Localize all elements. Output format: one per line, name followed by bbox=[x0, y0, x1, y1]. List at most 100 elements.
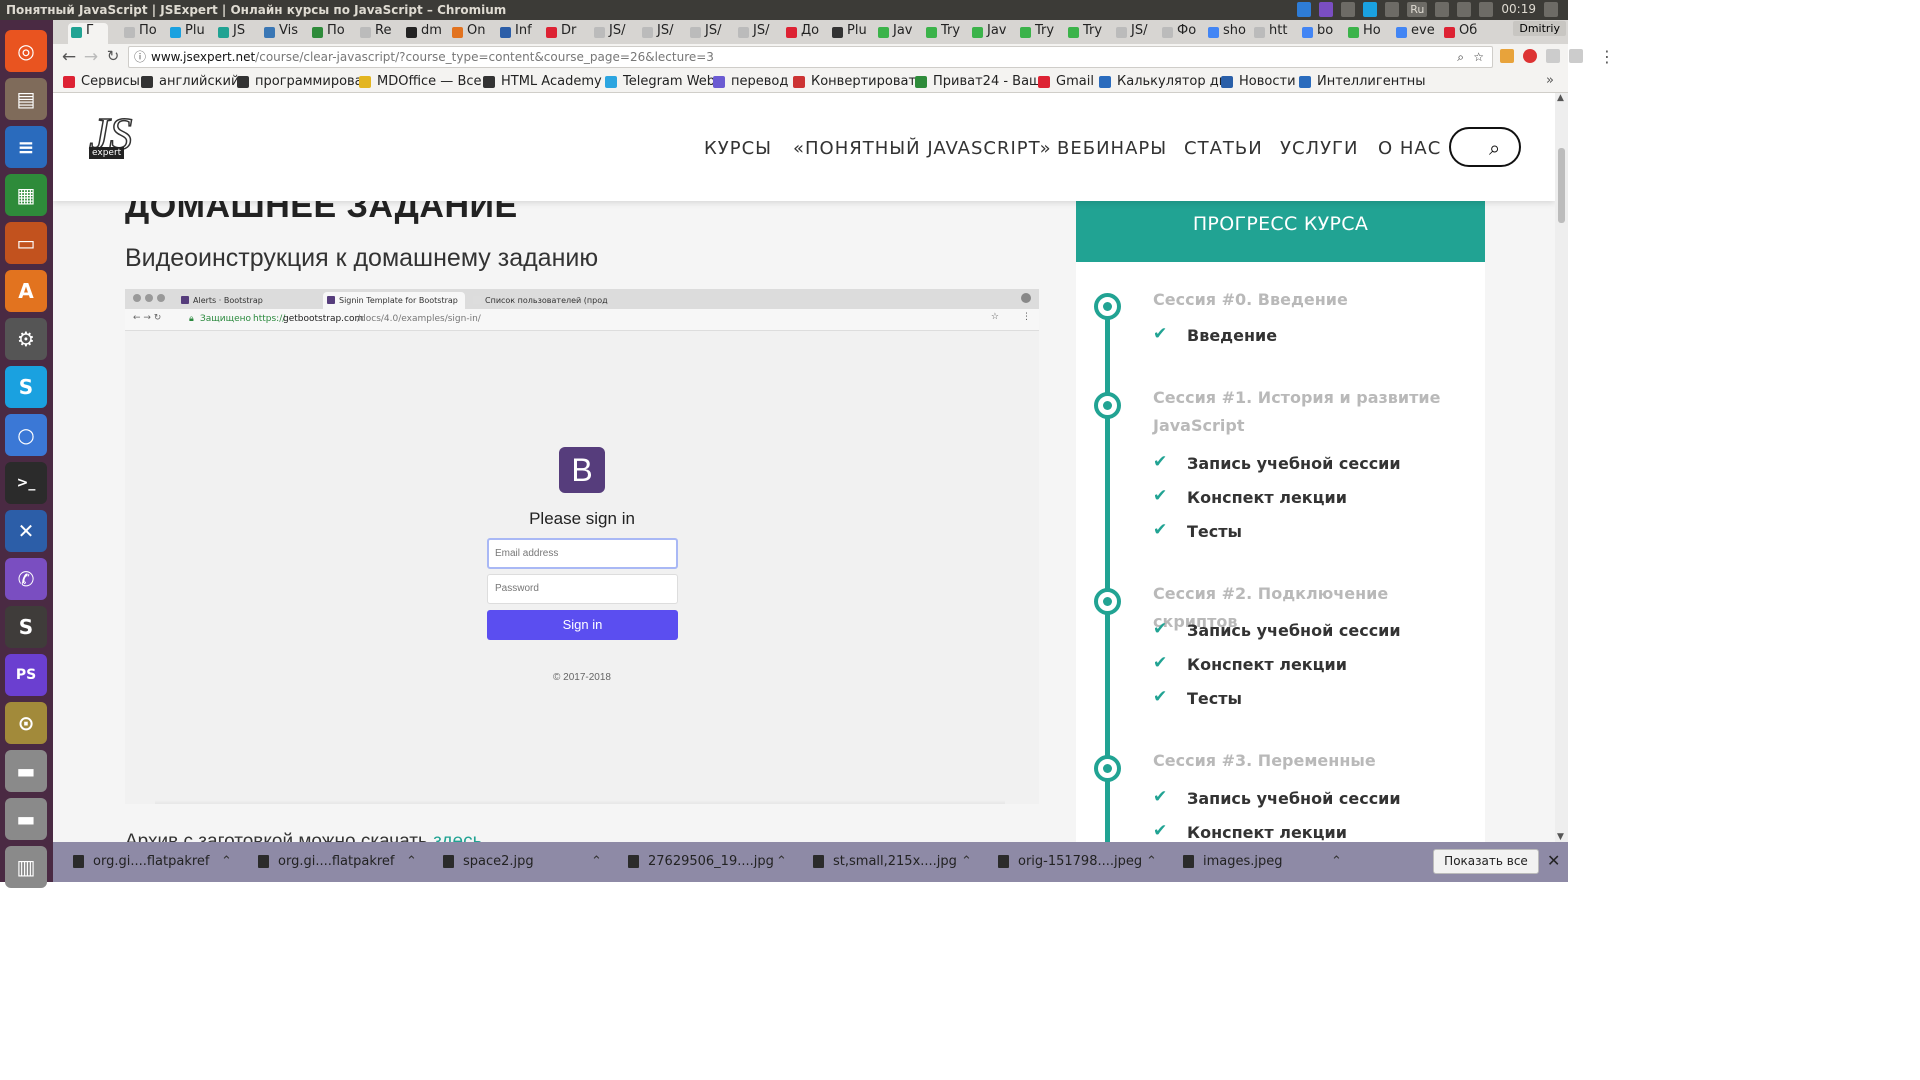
session-title[interactable]: Сессия #0. Введение bbox=[1153, 286, 1453, 314]
bookmark-item[interactable]: Новости bbox=[1221, 74, 1296, 89]
nav-item[interactable]: ВЕБИНАРЫ bbox=[1057, 138, 1167, 159]
zoom-icon[interactable]: ⌕ bbox=[1457, 47, 1464, 67]
browser-tab[interactable]: Jav bbox=[875, 23, 921, 44]
chevron-up-icon[interactable]: ⌃ bbox=[406, 854, 417, 869]
terminal-icon[interactable]: >_ bbox=[5, 462, 47, 504]
forward-arrow-icon[interactable]: → bbox=[81, 47, 101, 67]
browser-tab[interactable]: Try bbox=[1065, 23, 1111, 44]
bookmark-item[interactable]: Приват24 - Ваш bbox=[915, 74, 1041, 89]
download-item[interactable]: 27629506_19....jpg ⌃ bbox=[628, 854, 787, 869]
lesson-item[interactable]: ✔ Запись учебной сессии bbox=[1153, 452, 1401, 473]
chromium-tray-icon[interactable] bbox=[1297, 2, 1312, 17]
nav-item[interactable]: О НАС bbox=[1378, 138, 1441, 159]
download-item[interactable]: org.gi....flatpakref ⌃ bbox=[258, 854, 417, 869]
bookmark-item[interactable]: Gmail bbox=[1038, 74, 1094, 89]
libreoffice-impress-icon[interactable]: ▭ bbox=[5, 222, 47, 264]
download-item[interactable]: orig-151798....jpeg ⌃ bbox=[998, 854, 1157, 869]
bookmark-item[interactable]: Интеллигентны bbox=[1299, 74, 1426, 89]
browser-tab[interactable]: Jav bbox=[969, 23, 1015, 44]
browser-tab[interactable]: bo bbox=[1299, 23, 1345, 44]
extension-1-icon[interactable] bbox=[1500, 49, 1514, 63]
extension-3-icon[interactable] bbox=[1546, 49, 1560, 63]
bookmark-item[interactable]: перевод bbox=[713, 74, 788, 89]
skype-tray-icon[interactable] bbox=[1363, 2, 1378, 17]
chevron-up-icon[interactable]: ⌃ bbox=[961, 854, 972, 869]
vscode-icon[interactable]: ✕ bbox=[5, 510, 47, 552]
bookmarks-overflow-icon[interactable]: » bbox=[1546, 73, 1554, 88]
jsexpert-logo[interactable]: JS expert bbox=[87, 107, 133, 183]
lesson-item[interactable]: ✔ Запись учебной сессии bbox=[1153, 787, 1401, 808]
browser-tab[interactable]: eve bbox=[1393, 23, 1439, 44]
show-all-button[interactable]: Показать все bbox=[1433, 849, 1539, 874]
bookmark-item[interactable]: программирова bbox=[237, 74, 363, 89]
info-icon[interactable]: ⓘ bbox=[134, 47, 146, 67]
back-arrow-icon[interactable]: ← bbox=[59, 47, 79, 67]
drive-2-icon[interactable]: ▬ bbox=[5, 798, 47, 840]
browser-tab[interactable]: JS/ bbox=[639, 23, 685, 44]
skype-icon[interactable]: S bbox=[5, 366, 47, 408]
image-viewer-icon[interactable]: ⊙ bbox=[5, 702, 47, 744]
mail-icon[interactable] bbox=[1435, 2, 1450, 17]
viber-icon[interactable]: ✆ bbox=[5, 558, 47, 600]
chromium-icon[interactable]: ○ bbox=[5, 414, 47, 456]
browser-tab[interactable]: Об bbox=[1441, 23, 1481, 44]
reload-icon[interactable]: ↻ bbox=[103, 47, 123, 65]
nav-item[interactable]: СТАТЬИ bbox=[1184, 138, 1263, 159]
bookmark-item[interactable]: Сервисы bbox=[63, 74, 140, 89]
menu-icon[interactable]: ⋮ bbox=[1599, 47, 1615, 66]
browser-tab[interactable]: Г bbox=[68, 23, 108, 44]
lesson-item[interactable]: ✔ Конспект лекции bbox=[1153, 821, 1347, 842]
chevron-up-icon[interactable]: ⌃ bbox=[221, 854, 232, 869]
chevron-up-icon[interactable]: ⌃ bbox=[776, 854, 787, 869]
lesson-item[interactable]: ✔ Введение bbox=[1153, 324, 1277, 345]
scrollbar-thumb[interactable] bbox=[1558, 148, 1565, 223]
browser-tab[interactable]: Plu bbox=[829, 23, 875, 44]
slack-icon[interactable]: S bbox=[5, 606, 47, 648]
bookmark-item[interactable]: английский bbox=[141, 74, 239, 89]
browser-tab[interactable]: Ho bbox=[1345, 23, 1391, 44]
power-icon[interactable] bbox=[1544, 2, 1558, 17]
browser-tab[interactable]: Try bbox=[923, 23, 969, 44]
wifi-icon[interactable] bbox=[1385, 2, 1400, 17]
browser-tab[interactable]: Фо bbox=[1159, 23, 1205, 44]
chevron-up-icon[interactable]: ⌃ bbox=[1146, 854, 1157, 869]
viber-tray-icon[interactable] bbox=[1319, 2, 1334, 17]
browser-tab[interactable]: JS/ bbox=[1113, 23, 1159, 44]
libreoffice-writer-icon[interactable]: ≡ bbox=[5, 126, 47, 168]
volume-icon[interactable] bbox=[1479, 2, 1494, 17]
bookmark-item[interactable]: Telegram Web bbox=[605, 74, 715, 89]
page-scrollbar[interactable]: ▲ ▼ bbox=[1555, 93, 1568, 842]
lesson-item[interactable]: ✔ Конспект лекции bbox=[1153, 486, 1347, 507]
lesson-item[interactable]: ✔ Конспект лекции bbox=[1153, 653, 1347, 674]
bookmark-item[interactable]: Калькулятор дн bbox=[1099, 74, 1227, 89]
browser-tab[interactable]: По bbox=[309, 23, 355, 44]
drive-icon[interactable]: ▬ bbox=[5, 750, 47, 792]
browser-tab[interactable]: По bbox=[121, 23, 163, 44]
system-settings-icon[interactable]: ⚙ bbox=[5, 318, 47, 360]
browser-tab[interactable]: On bbox=[449, 23, 495, 44]
phpstorm-icon[interactable]: PS bbox=[5, 654, 47, 696]
browser-tab[interactable]: Inf bbox=[497, 23, 543, 44]
video-player[interactable]: Alerts · Bootstrap Signin Template for B… bbox=[125, 289, 1039, 804]
nav-item[interactable]: «ПОНЯТНЫЙ JAVASCRIPT» bbox=[793, 138, 1052, 159]
browser-tab[interactable]: JS/ bbox=[591, 23, 637, 44]
download-item[interactable]: space2.jpg ⌃ bbox=[443, 854, 602, 869]
scroll-down-icon[interactable]: ▼ bbox=[1557, 832, 1564, 842]
browser-tab[interactable]: sho bbox=[1205, 23, 1251, 44]
browser-tab[interactable]: Vis bbox=[261, 23, 307, 44]
battery-icon[interactable] bbox=[1457, 2, 1472, 17]
browser-tab[interactable]: Try bbox=[1017, 23, 1063, 44]
download-item[interactable]: images.jpeg ⌃ bbox=[1183, 854, 1342, 869]
bookmark-item[interactable]: MDOffice — Все bbox=[359, 74, 482, 89]
lesson-item[interactable]: ✔ Тесты bbox=[1153, 687, 1242, 708]
chevron-up-icon[interactable]: ⌃ bbox=[591, 854, 602, 869]
extension-4-icon[interactable] bbox=[1569, 49, 1583, 63]
libreoffice-calc-icon[interactable]: ▦ bbox=[5, 174, 47, 216]
download-link[interactable]: здесь bbox=[433, 831, 482, 842]
browser-tab[interactable]: dm bbox=[403, 23, 449, 44]
browser-tab[interactable]: Plu bbox=[167, 23, 213, 44]
extension-2-icon[interactable] bbox=[1523, 49, 1537, 63]
clock[interactable]: 00:19 bbox=[1501, 2, 1536, 17]
lesson-item[interactable]: ✔ Тесты bbox=[1153, 520, 1242, 541]
trash-icon[interactable]: ▥ bbox=[5, 846, 47, 888]
